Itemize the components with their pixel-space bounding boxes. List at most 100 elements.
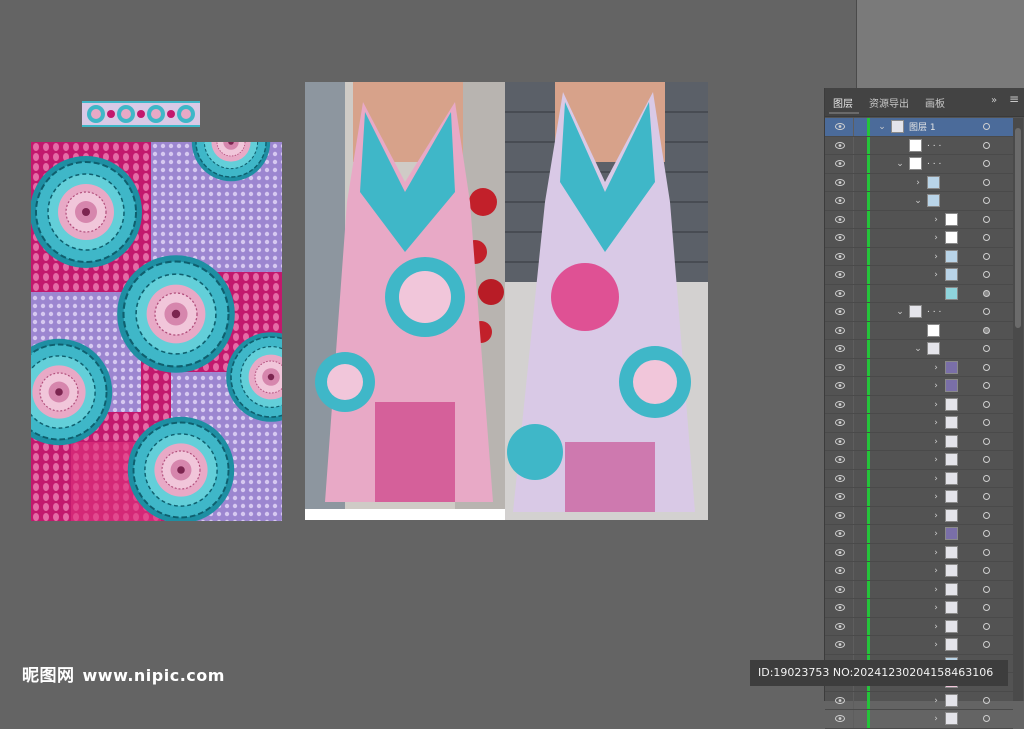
lock-toggle[interactable] (853, 432, 854, 450)
layer-row[interactable]: ⌄ 图层 1 (825, 118, 1013, 137)
layer-row[interactable] (825, 321, 1013, 340)
chevron-right-icon[interactable]: › (931, 252, 941, 262)
layer-row[interactable]: › (825, 562, 1013, 581)
layer-row[interactable]: › (825, 173, 1013, 192)
chevron-right-icon[interactable]: › (931, 437, 941, 447)
target-circle-icon[interactable] (983, 289, 990, 297)
layer-row[interactable]: › (825, 543, 1013, 562)
target-circle-icon[interactable] (983, 178, 990, 186)
eye-icon[interactable] (835, 271, 845, 278)
chevron-right-icon[interactable]: › (931, 233, 941, 243)
eye-icon[interactable] (835, 141, 845, 149)
lock-toggle[interactable] (853, 192, 854, 210)
layers-scrollbar[interactable] (1013, 118, 1023, 701)
eye-icon[interactable] (835, 289, 845, 297)
lock-toggle[interactable] (853, 636, 854, 654)
target-circle-icon[interactable] (983, 197, 990, 204)
lock-toggle[interactable] (853, 395, 854, 413)
chevron-right-icon[interactable]: › (931, 566, 941, 576)
chevron-right-icon[interactable]: › (931, 585, 941, 595)
lock-toggle[interactable] (853, 617, 854, 635)
lock-toggle[interactable] (853, 562, 854, 580)
target-circle-icon[interactable] (983, 567, 990, 574)
chevron-right-icon[interactable]: › (931, 270, 941, 280)
eye-icon[interactable] (835, 345, 845, 352)
layer-row[interactable]: › (825, 414, 1013, 433)
sublayer-name[interactable]: . . . (927, 157, 941, 167)
target-circle-icon[interactable] (983, 215, 990, 223)
chevron-right-icon[interactable]: › (931, 640, 941, 650)
eye-icon[interactable] (835, 585, 845, 593)
lock-toggle[interactable] (853, 136, 854, 154)
layer-row[interactable]: › (825, 506, 1013, 525)
target-circle-icon[interactable] (983, 326, 990, 334)
eye-icon[interactable] (835, 567, 845, 574)
target-circle-icon[interactable] (983, 382, 990, 389)
target-circle-icon[interactable] (983, 548, 990, 556)
target-circle-icon[interactable] (983, 141, 990, 149)
target-circle-icon[interactable] (983, 271, 990, 278)
eye-icon[interactable] (835, 437, 845, 445)
chevron-right-icon[interactable]: › (931, 622, 941, 632)
lock-toggle[interactable] (853, 691, 854, 709)
layer-row[interactable]: › (825, 210, 1013, 229)
layer-row[interactable]: ⌄ (825, 340, 1013, 359)
sublayer-name[interactable]: . . . (927, 139, 941, 149)
layer-row[interactable]: ⌄ (825, 192, 1013, 211)
lock-toggle[interactable] (853, 543, 854, 561)
chevron-down-icon[interactable]: ⌄ (877, 122, 887, 132)
target-circle-icon[interactable] (983, 437, 990, 445)
target-circle-icon[interactable] (983, 715, 990, 722)
layer-row[interactable]: › (825, 617, 1013, 636)
lock-toggle[interactable] (853, 488, 854, 506)
lock-toggle[interactable] (853, 229, 854, 247)
layer-row[interactable]: › (825, 469, 1013, 488)
layer-name[interactable]: 图层 1 (909, 120, 936, 133)
eye-icon[interactable] (835, 363, 845, 371)
layer-row[interactable]: ⌄ . . . (825, 155, 1013, 174)
eye-icon[interactable] (835, 715, 845, 722)
layer-row[interactable]: › (825, 266, 1013, 285)
target-circle-icon[interactable] (983, 622, 990, 630)
layer-row[interactable]: › (825, 710, 1013, 729)
layer-row[interactable]: › (825, 599, 1013, 618)
lock-toggle[interactable] (853, 303, 854, 321)
chevron-right-icon[interactable]: › (931, 603, 941, 613)
layer-row[interactable]: › (825, 488, 1013, 507)
eye-icon[interactable] (835, 252, 845, 260)
lock-toggle[interactable] (853, 155, 854, 173)
eye-icon[interactable] (835, 456, 845, 463)
eye-icon[interactable] (835, 604, 845, 611)
layer-row[interactable]: › (825, 229, 1013, 248)
chevron-right-icon[interactable]: › (931, 381, 941, 391)
target-circle-icon[interactable] (983, 252, 990, 260)
chevron-right-icon[interactable]: › (931, 474, 941, 484)
lock-toggle[interactable] (853, 451, 854, 469)
eye-icon[interactable] (835, 530, 845, 537)
target-circle-icon[interactable] (983, 530, 990, 537)
target-circle-icon[interactable] (983, 419, 990, 426)
model-photo-left[interactable] (305, 82, 505, 520)
lock-toggle[interactable] (853, 599, 854, 617)
chevron-right-icon[interactable]: › (931, 455, 941, 465)
lock-toggle[interactable] (853, 340, 854, 358)
eye-icon[interactable] (835, 197, 845, 204)
target-circle-icon[interactable] (983, 456, 990, 463)
layer-row[interactable]: › (825, 432, 1013, 451)
tab-layers[interactable]: 图层 (833, 95, 853, 110)
eye-icon[interactable] (835, 215, 845, 223)
eye-icon[interactable] (835, 474, 845, 482)
layer-row[interactable]: › (825, 358, 1013, 377)
eye-icon[interactable] (835, 382, 845, 389)
target-circle-icon[interactable] (983, 493, 990, 500)
eye-icon[interactable] (835, 400, 845, 408)
eye-icon[interactable] (835, 696, 845, 704)
chevron-right-icon[interactable]: › (931, 363, 941, 373)
model-photo-right[interactable] (505, 82, 708, 520)
eye-icon[interactable] (835, 622, 845, 630)
target-circle-icon[interactable] (983, 345, 990, 352)
layer-row[interactable]: › (825, 395, 1013, 414)
chevron-right-icon[interactable]: › (931, 511, 941, 521)
eye-icon[interactable] (835, 419, 845, 426)
panel-menu-icon[interactable]: ≡ (1009, 92, 1019, 106)
